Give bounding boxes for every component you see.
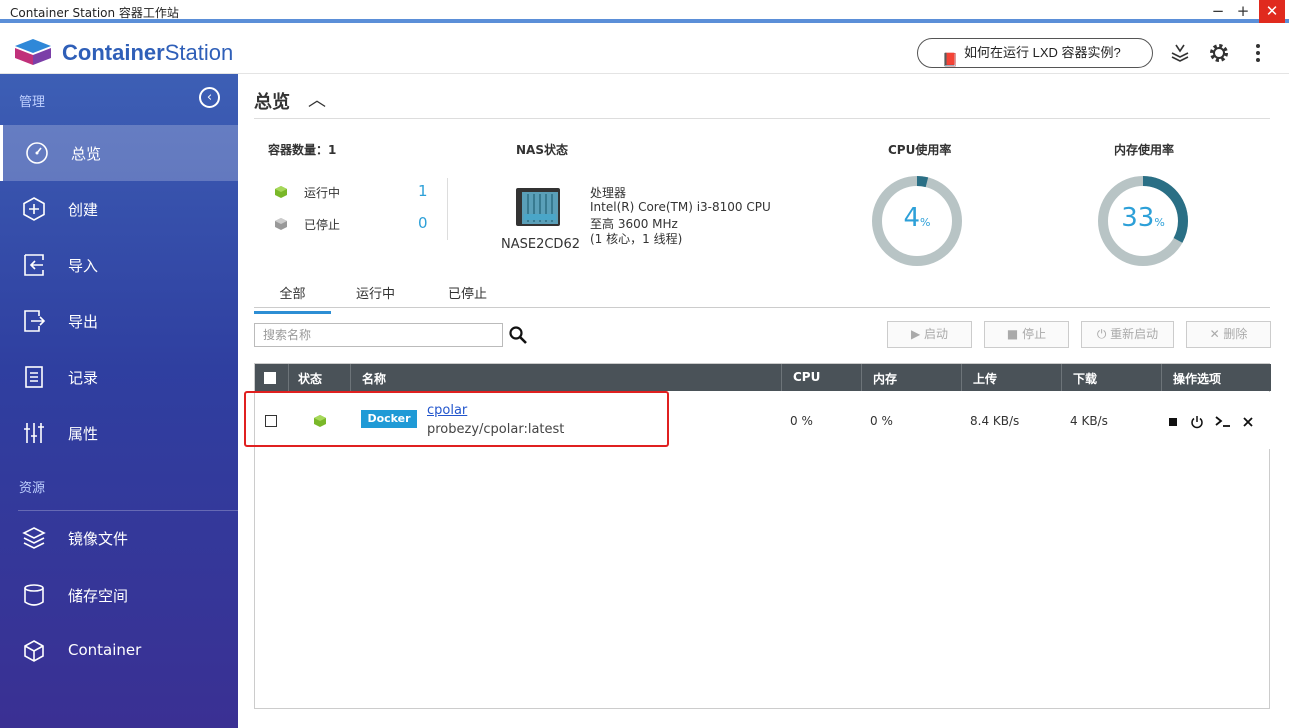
sidebar-item-label: Container [68,641,142,659]
highlight-box [244,391,669,447]
cpu-usage-gauge: 4% [871,175,963,267]
column-actions: 操作选项 [1173,372,1222,386]
cpu-model: Intel(R) Core(TM) i3-8100 CPU [590,200,771,214]
running-count[interactable]: 1 [418,182,428,200]
sidebar-item-label: 导出 [68,313,99,331]
minimize-button[interactable]: − [1207,0,1229,23]
start-button[interactable]: ▶ 启动 [887,321,972,348]
database-icon [24,584,44,606]
chevron-up-icon[interactable]: ︿ [308,86,326,112]
nas-device-icon [516,188,560,226]
cpu-title: 处理器 [590,186,627,200]
download-cell: 4 KB/s [1070,414,1108,428]
select-all-checkbox[interactable] [264,372,276,384]
sidebar-item-import[interactable]: 导入 [0,237,238,293]
cpu-cores: (1 核心，1 线程) [590,232,683,246]
restart-button[interactable]: ⏻ 重新启动 [1081,321,1174,348]
container-count-label: 容器数量：1 [268,143,337,157]
cpu-cell: 0 % [790,414,813,428]
cpu-usage-label: CPU使用率 [888,143,952,157]
sidebar-item-label: 创建 [68,201,99,219]
divider [447,178,448,240]
sidebar-item-export[interactable]: 导出 [0,293,238,349]
page-title: 总览 [254,92,290,113]
search-icon[interactable] [508,325,528,345]
memory-usage-label: 内存使用率 [1114,143,1175,157]
plus-icon [23,197,45,221]
tab-running[interactable]: 运行中 [356,283,395,302]
sidebar-item-label: 储存空间 [68,587,129,605]
running-label: 运行中 [304,186,341,200]
column-memory[interactable]: 内存 [873,370,897,387]
log-icon [25,366,43,388]
collapse-sidebar-button[interactable]: ‹ [199,87,220,108]
lxd-help-button[interactable]: 📕 如何在运行 LXD 容器实例? [917,38,1153,68]
filter-tabs: 全部 运行中 已停止 [254,276,1270,314]
sidebar-item-create[interactable]: 创建 [0,181,238,237]
memory-usage-gauge: 33% [1097,175,1189,267]
memory-usage-value: 33% [1121,203,1165,233]
sidebar-item-label: 记录 [68,369,99,387]
stopped-count[interactable]: 0 [418,214,428,232]
nas-name: NASE2CD62 [501,237,580,252]
column-status[interactable]: 状态 [298,370,322,387]
sidebar-item-container[interactable]: Container [0,623,238,679]
column-upload[interactable]: 上传 [973,370,997,387]
app-brand: ContainerStation [62,40,234,65]
layers-icon [22,527,46,549]
box-icon [24,640,44,662]
maximize-button[interactable]: + [1232,0,1254,23]
memory-cell: 0 % [870,414,893,428]
divider [254,118,1270,119]
column-download[interactable]: 下载 [1073,370,1097,387]
sidebar-item-properties[interactable]: 属性 [0,405,238,461]
restart-icon[interactable] [1190,415,1204,429]
window-title: Container Station 容器工作站 [10,6,179,20]
sidebar-item-log[interactable]: 记录 [0,349,238,405]
gear-icon[interactable] [1208,42,1230,64]
sidebar-item-overview[interactable]: 总览 [0,125,238,181]
sidebar-item-label: 镜像文件 [68,530,129,548]
table-header: 状态 名称 CPU 内存 上传 下载 操作选项 [255,364,1271,391]
stopped-cube-icon [275,218,287,230]
book-icon: 📕 [942,52,959,67]
sidebar-section-resource: 资源 [19,481,46,496]
close-button[interactable]: ✕ [1259,0,1285,23]
terminal-icon[interactable] [1215,416,1231,428]
upload-cell: 8.4 KB/s [970,414,1020,428]
running-cube-icon [275,186,287,198]
app-header: ContainerStation 📕 如何在运行 LXD 容器实例? [0,27,1289,74]
sidebar-item-label: 属性 [68,425,99,443]
export-icon [24,310,46,332]
column-name[interactable]: 名称 [362,370,386,387]
stop-button[interactable]: ■ 停止 [984,321,1069,348]
sidebar-item-storage[interactable]: 储存空间 [0,567,238,623]
tab-all[interactable]: 全部 [254,283,331,314]
delete-button[interactable]: ✕ 删除 [1186,321,1271,348]
sidebar-item-label: 导入 [68,257,99,275]
window-titlebar: Container Station 容器工作站 − + ✕ [0,0,1289,23]
container-station-logo [15,39,51,65]
remove-icon[interactable] [1243,417,1253,427]
stopped-label: 已停止 [304,218,341,232]
import-icon [24,254,44,276]
tab-stopped[interactable]: 已停止 [448,283,487,302]
stop-icon[interactable] [1168,417,1178,427]
sliders-icon [24,423,44,443]
stack-icon[interactable] [1170,43,1190,63]
nas-status-label: NAS状态 [516,143,568,157]
sidebar-section-manage: 管理 [19,95,46,110]
sidebar-item-images[interactable]: 镜像文件 [0,510,238,566]
sidebar-item-label: 总览 [71,145,102,163]
column-cpu[interactable]: CPU [793,370,820,384]
cpu-usage-value: 4% [903,203,931,233]
sidebar: 管理 ‹ 总览 创建 导入 导出 记录 属性 资源 镜像文件 储存空间 Cont… [0,74,238,728]
more-icon[interactable] [1255,43,1261,63]
search-input[interactable]: 搜索名称 [254,323,503,347]
dashboard-icon [26,142,48,164]
